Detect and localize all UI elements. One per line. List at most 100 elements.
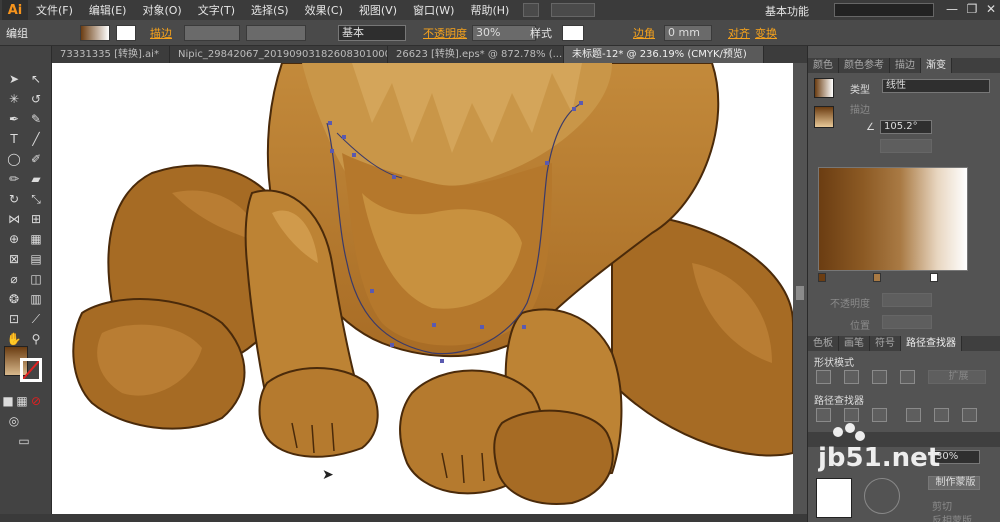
workspace-switcher[interactable]: 基本功能 [765,3,809,19]
gradient-preview[interactable] [818,167,968,271]
gradient-stop-start[interactable] [818,273,826,282]
menu-help[interactable]: 帮助(H) [462,2,517,18]
menu-type[interactable]: 文字(T) [190,2,243,18]
direct-selection-tool-icon[interactable]: ↖ [26,70,46,88]
search-input[interactable] [834,3,934,17]
draw-mode-icon[interactable]: ◎ [4,412,24,430]
shape-builder-icon[interactable]: ⊕ [4,230,24,248]
bridge-icon[interactable] [523,3,540,17]
tab-stroke[interactable]: 描边 [890,58,921,73]
tab-color[interactable]: 颜色 [808,58,839,73]
gradient-stop-mid[interactable] [873,273,881,282]
perspective-grid-icon[interactable]: ▦ [26,230,46,248]
opacity-label[interactable]: 不透明度 [423,25,467,41]
menu-edit[interactable]: 编辑(E) [81,2,135,18]
menu-effect[interactable]: 效果(C) [297,2,351,18]
stroke-weight-field[interactable] [184,25,240,41]
align-link[interactable]: 对齐 [728,25,750,41]
artboard-canvas[interactable]: ➤ [52,63,793,514]
color-mode-icon[interactable]: ■ [2,392,14,410]
close-button[interactable]: ✕ [981,2,1000,18]
stroke-label[interactable]: 描边 [150,25,172,41]
gradient-opacity-field[interactable] [882,293,932,307]
pen-tool-icon[interactable]: ✒ [4,110,24,128]
menu-file[interactable]: 文件(F) [28,2,81,18]
type-tool-icon[interactable]: T [4,130,24,148]
slice-tool-icon[interactable]: ⟋ [26,310,46,328]
tab-document-2[interactable]: Nipic_29842067_20190903182608301000.ai* [170,46,388,63]
menu-view[interactable]: 视图(V) [351,2,405,18]
intersect-icon[interactable] [872,370,887,384]
stroke-color-swatch[interactable] [20,358,42,382]
variable-width-field[interactable] [246,25,306,41]
scale-icon[interactable]: ⤡ [26,190,46,208]
line-tool-icon[interactable]: ╱ [26,130,46,148]
restore-button[interactable]: ❐ [962,2,982,18]
magic-wand-icon[interactable]: ✳ [4,90,24,108]
fill-swatch[interactable] [80,25,110,41]
graph-tool-icon[interactable]: ▥ [26,290,46,308]
width-tool-icon[interactable]: ⋈ [4,210,24,228]
transform-link[interactable]: 变换 [755,25,777,41]
aspect-ratio-field[interactable] [880,139,932,153]
vertical-scrollbar[interactable] [793,63,807,514]
arrange-documents-button[interactable] [551,3,596,17]
tab-symbols[interactable]: 符号 [870,336,901,351]
gradient-type-label: 类型 [850,85,870,96]
opacity-field[interactable]: 30% [472,25,536,41]
free-transform-icon[interactable]: ⊞ [26,210,46,228]
tab-color-guide[interactable]: 颜色参考 [839,58,890,73]
artboard-tool-icon[interactable]: ⊡ [4,310,24,328]
expand-button[interactable]: 扩展 [928,370,986,384]
menu-object[interactable]: 对象(O) [134,2,189,18]
selection-tool-icon[interactable]: ➤ [4,70,24,88]
corner-field[interactable]: 0 mm [664,25,712,41]
clip-checkbox[interactable]: 剪切 [932,498,952,513]
tab-gradient[interactable]: 渐变 [921,58,952,73]
angle-field[interactable]: 105.2° [880,120,932,134]
curvature-tool-icon[interactable]: ✎ [26,110,46,128]
gradient-thumbnail[interactable] [814,78,834,98]
brush-definition-field[interactable]: 基本 [338,25,406,41]
gradient-location-field[interactable] [882,315,932,329]
stroke-swatch[interactable] [116,25,136,41]
tab-document-1[interactable]: 73331335 [转换].ai* [52,46,170,63]
eyedropper-icon[interactable]: ⌀ [4,270,24,288]
gradient-tool-icon[interactable]: ▤ [26,250,46,268]
eraser-icon[interactable]: ▰ [26,170,46,188]
tab-document-3[interactable]: 26623 [转换].eps* @ 872.78% (... [388,46,564,63]
make-mask-button[interactable]: 制作蒙版 [928,476,980,490]
fill-stroke-swatch[interactable] [814,106,834,128]
mesh-tool-icon[interactable]: ⊠ [4,250,24,268]
gradient-mode-icon[interactable]: ▦ [16,392,28,410]
invert-mask-checkbox[interactable]: 反相蒙版 [932,512,972,522]
tab-document-active[interactable]: 未标题-12* @ 236.19% (CMYK/预览) [564,46,764,63]
minimize-button[interactable]: — [942,2,962,18]
menu-select[interactable]: 选择(S) [243,2,297,18]
gradient-type-select[interactable]: 线性 [882,79,990,93]
unite-icon[interactable] [816,370,831,384]
blend-tool-icon[interactable]: ◫ [26,270,46,288]
tab-brushes[interactable]: 画笔 [839,336,870,351]
none-mode-icon[interactable]: ⊘ [30,392,42,410]
corner-label[interactable]: 边角 [633,25,655,41]
symbol-sprayer-icon[interactable]: ❂ [4,290,24,308]
scrollbar-thumb[interactable] [796,286,804,300]
rotate-icon[interactable]: ↻ [4,190,24,208]
gradient-stop-end[interactable] [930,273,938,282]
minus-back-icon[interactable] [962,408,977,422]
ellipse-tool-icon[interactable]: ◯ [4,150,24,168]
tab-swatches[interactable]: 色板 [808,336,839,351]
tab-pathfinder[interactable]: 路径查找器 [901,336,962,351]
exclude-icon[interactable] [900,370,915,384]
menu-window[interactable]: 窗口(W) [405,2,462,18]
minus-front-icon[interactable] [844,370,859,384]
pencil-icon[interactable]: ✏ [4,170,24,188]
mask-thumbnail[interactable] [864,478,900,514]
lasso-icon[interactable]: ↺ [26,90,46,108]
transparency-thumbnail[interactable] [816,478,852,518]
screen-mode-icon[interactable]: ▭ [12,432,36,450]
style-swatch[interactable] [562,25,584,41]
paintbrush-icon[interactable]: ✐ [26,150,46,168]
zoom-tool-icon[interactable]: ⚲ [26,330,46,348]
